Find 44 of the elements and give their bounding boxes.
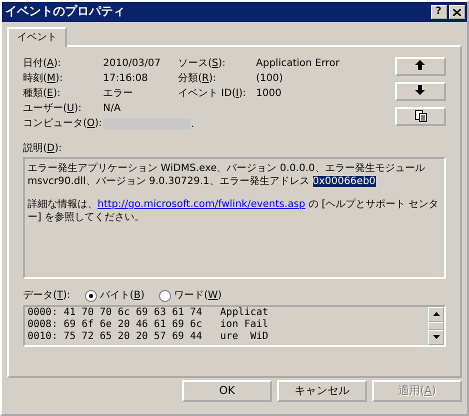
field-value: 2010/03/07: [103, 56, 162, 70]
field-label: ソース(S):: [178, 56, 227, 70]
field-value: N/A: [103, 102, 122, 116]
description-text: 詳細な情報は、http://go.microsoft.com/fwlink/events.asp の [ヘルプとサポート センター] を参照してください。: [28, 198, 440, 224]
field-label: イベント ID(I):: [178, 86, 247, 101]
window-title: イベントのプロパティ: [5, 4, 126, 20]
up-arrow-icon: [414, 60, 426, 72]
radio-label: バイト(B): [100, 289, 144, 302]
description-label: 説明(D):: [23, 142, 63, 154]
previous-button[interactable]: [395, 56, 446, 76]
help-button[interactable]: ?: [430, 5, 446, 19]
hex-line: 0008: 69 6f 6e 20 46 61 69 6c ion Fail: [28, 318, 270, 330]
field-label: 種類(E):: [23, 86, 62, 101]
field-label: 時刻(M):: [23, 72, 64, 86]
scroll-down-icon: [432, 335, 440, 339]
dialog-button[interactable]: OK: [182, 380, 272, 402]
down-arrow-icon: [414, 85, 426, 97]
radio-button[interactable]: [159, 290, 172, 302]
next-button[interactable]: [395, 82, 446, 100]
copy-button[interactable]: [395, 106, 446, 126]
help-link[interactable]: http://go.microsoft.com/fwlink/events.asp: [98, 198, 306, 210]
field-label: コンピュータ(O):: [23, 117, 103, 132]
scrollbar[interactable]: [428, 306, 444, 344]
close-button[interactable]: [449, 5, 465, 19]
field-value: 17:16:08: [103, 72, 149, 86]
field-value: (100): [256, 72, 284, 86]
field-label: ユーザー(U):: [23, 102, 83, 116]
field-label: 日付(A):: [23, 56, 62, 70]
description-text: エラー発生アプリケーション WiDMS.exe、バージョン 0.0.0.0、エラー発生モジュール msvcr90.dll、バージョン 9.0.30729.1、エラー発生アドレス 0x00066eb0: [28, 162, 426, 188]
scroll-up-icon: [432, 312, 440, 316]
field-value: .: [191, 118, 194, 131]
dialog-button[interactable]: キャンセル: [277, 380, 367, 402]
field-value: Application Error: [256, 56, 340, 70]
field-label: 分類(R):: [178, 72, 218, 86]
hex-line: 0010: 75 72 65 20 20 57 69 44 ure WiD: [28, 330, 270, 342]
copy-icon: [414, 110, 426, 122]
hex-line: 0000: 41 70 70 6c 69 63 61 74 Applicat: [28, 306, 270, 318]
field-value: 1000: [256, 86, 282, 101]
field-value: エラー: [103, 86, 134, 101]
data-label: データ(T):: [23, 289, 70, 302]
radio-label: ワード(W): [174, 289, 222, 302]
tab[interactable]: イベント: [7, 26, 67, 46]
close-icon: [453, 8, 461, 16]
radio-button[interactable]: [85, 290, 98, 302]
